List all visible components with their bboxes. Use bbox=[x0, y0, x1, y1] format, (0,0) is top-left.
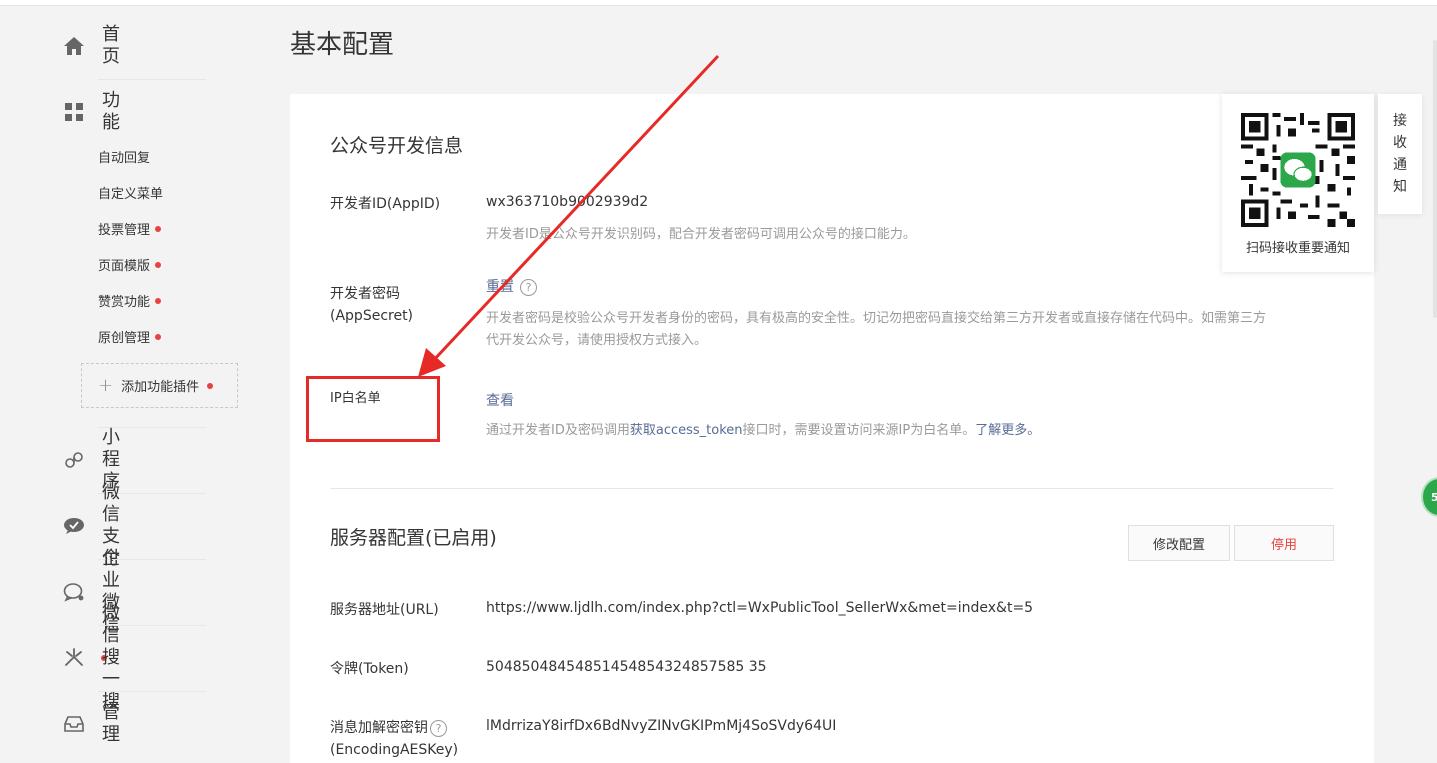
sidebar-item-custom-menu[interactable]: 自定义菜单 bbox=[98, 183, 163, 202]
server-config-title: 服务器配置(已启用) bbox=[330, 527, 497, 549]
nav-mini-program[interactable]: 小程序 bbox=[62, 427, 120, 492]
plus-icon: + bbox=[98, 375, 114, 396]
sidebar-item-page-template[interactable]: 页面模版 bbox=[98, 255, 162, 274]
section-divider bbox=[330, 488, 1334, 489]
ip-whitelist-description: 通过开发者ID及密码调用获取access_token接口时，需要设置访问来源IP… bbox=[486, 420, 1040, 442]
aes-key-label-line1: 消息加解密密钥? bbox=[330, 717, 458, 739]
new-dot bbox=[155, 261, 162, 268]
wechat-pay-icon bbox=[62, 514, 86, 538]
appsecret-label: 开发者密码 (AppSecret) bbox=[330, 283, 413, 327]
add-plugin-label: 添加功能插件 bbox=[121, 380, 200, 395]
nav-wechat-pay[interactable]: 微信支付 bbox=[62, 482, 120, 569]
appsecret-description: 开发者密码是校验公众号开发者身份的密码，具有极高的安全性。切记勿把密码直接交给第… bbox=[486, 308, 1336, 352]
aes-key-label-text: 消息加解密密钥 bbox=[330, 720, 428, 736]
token-value: 50485048454851454854324857585 35 bbox=[486, 659, 767, 675]
nav-wechat-search[interactable]: 微信搜一搜 bbox=[62, 603, 120, 712]
sidebar-item-auto-reply[interactable]: 自动回复 bbox=[98, 147, 150, 166]
qr-code-image bbox=[1241, 113, 1355, 227]
server-url-value: https://www.ljdlh.com/index.php?ctl=WxPu… bbox=[486, 600, 1034, 616]
sidebar-item-label: 赞赏功能 bbox=[98, 295, 151, 310]
sidebar-item-original[interactable]: 原创管理 bbox=[98, 327, 162, 346]
work-wechat-icon bbox=[62, 580, 86, 604]
ip-desc-text: 通过开发者ID及密码调用 bbox=[486, 423, 630, 438]
inbox-icon bbox=[62, 712, 86, 736]
sidebar: 首页 功能 自动回复 自定义菜单 投票管理 页面模版 赞赏功能 原创管理 + 添… bbox=[0, 7, 240, 763]
new-dot bbox=[155, 333, 162, 340]
sidebar-item-label: 页面模版 bbox=[98, 259, 151, 274]
appid-value: wx363710b9002939d2 bbox=[486, 194, 649, 210]
main-panel: 公众号开发信息 开发者ID(AppID) wx363710b9002939d2 … bbox=[290, 94, 1374, 763]
appid-label: 开发者ID(AppID) bbox=[330, 196, 441, 212]
new-dot bbox=[155, 225, 162, 232]
appid-description: 开发者ID是公众号开发识别码，配合开发者密码可调用公众号的接口能力。 bbox=[486, 227, 916, 242]
sidebar-item-reward[interactable]: 赞赏功能 bbox=[98, 291, 162, 310]
notice-tab-char: 接 bbox=[1393, 113, 1407, 129]
new-dot bbox=[207, 382, 214, 389]
ip-whitelist-actions: 查看 bbox=[486, 390, 514, 410]
home-icon bbox=[62, 34, 86, 58]
nav-wechat-search-label: 微信搜一搜 bbox=[102, 603, 120, 712]
scrollbar[interactable] bbox=[1433, 40, 1437, 318]
appsecret-description-line2: 代开发公众号，请使用授权方式接入。 bbox=[486, 333, 708, 348]
receive-notice-tab[interactable]: 接 收 通 知 bbox=[1378, 94, 1422, 214]
search-spark-icon bbox=[62, 646, 86, 670]
appsecret-description-line1: 开发者密码是校验公众号开发者身份的密码，具有极高的安全性。切记勿把密码直接交给第… bbox=[486, 311, 1267, 326]
sidebar-item-label: 自定义菜单 bbox=[98, 187, 164, 202]
appsecret-label-line2: (AppSecret) bbox=[330, 308, 414, 324]
notice-tab-char: 通 bbox=[1393, 157, 1407, 173]
floating-widget[interactable]: 53 bbox=[1421, 477, 1437, 517]
appsecret-actions: 重置? bbox=[486, 276, 537, 296]
learn-more-link[interactable]: 了解更多。 bbox=[975, 423, 1040, 438]
nav-features[interactable]: 功能 bbox=[62, 90, 120, 133]
view-whitelist-link[interactable]: 查看 bbox=[486, 393, 514, 409]
help-icon[interactable]: ? bbox=[430, 719, 447, 737]
dev-info-title: 公众号开发信息 bbox=[330, 135, 464, 157]
page-title: 基本配置 bbox=[290, 30, 395, 60]
grid-icon bbox=[62, 100, 86, 124]
qr-notice-box: 扫码接收重要通知 bbox=[1222, 94, 1374, 272]
reset-secret-link[interactable]: 重置 bbox=[486, 279, 514, 295]
qr-caption: 扫码接收重要通知 bbox=[1245, 241, 1350, 256]
sidebar-item-label: 投票管理 bbox=[98, 223, 151, 238]
ip-desc-text: 接口时，需要设置访问来源IP为白名单。 bbox=[742, 423, 976, 438]
new-dot bbox=[155, 297, 162, 304]
aes-key-label: 消息加解密密钥? (EncodingAESKey) bbox=[330, 717, 458, 761]
notice-tab-char: 收 bbox=[1393, 135, 1407, 151]
divider bbox=[98, 691, 206, 692]
access-token-link[interactable]: 获取access_token bbox=[630, 423, 743, 438]
mini-program-icon bbox=[62, 448, 86, 472]
nav-manage[interactable]: 管理 bbox=[62, 702, 120, 745]
top-bar bbox=[0, 0, 1437, 6]
annotation-highlight-box bbox=[306, 376, 440, 442]
nav-work-wechat[interactable]: 企业微信 bbox=[62, 548, 120, 635]
aes-key-value: lMdrrizaY8irfDx6BdNvyZINvGKIPmMj4SoSVdy6… bbox=[486, 718, 837, 734]
sidebar-item-label: 自动回复 bbox=[98, 151, 151, 166]
sidebar-item-label: 原创管理 bbox=[98, 331, 151, 346]
help-icon[interactable]: ? bbox=[520, 278, 537, 296]
divider bbox=[98, 79, 206, 80]
sidebar-item-vote[interactable]: 投票管理 bbox=[98, 219, 162, 238]
server-url-label: 服务器地址(URL) bbox=[330, 602, 439, 618]
notice-tab-char: 知 bbox=[1393, 179, 1407, 195]
disable-button[interactable]: 停用 bbox=[1234, 525, 1334, 561]
aes-key-label-line2: (EncodingAESKey) bbox=[330, 742, 459, 758]
nav-manage-label: 管理 bbox=[102, 702, 120, 745]
modify-config-button[interactable]: 修改配置 bbox=[1128, 525, 1230, 561]
appsecret-label-line1: 开发者密码 bbox=[330, 286, 400, 302]
nav-home[interactable]: 首页 bbox=[62, 24, 120, 67]
token-label: 令牌(Token) bbox=[330, 661, 409, 677]
add-plugin-button[interactable]: + 添加功能插件 bbox=[81, 363, 238, 408]
nav-home-label: 首页 bbox=[102, 24, 120, 67]
nav-features-label: 功能 bbox=[102, 90, 120, 133]
